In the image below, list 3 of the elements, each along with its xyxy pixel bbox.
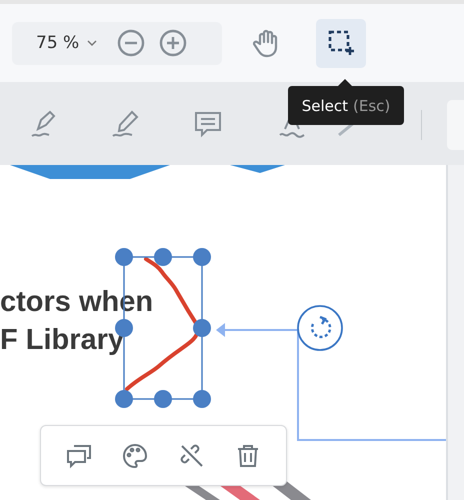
document-text: F Library xyxy=(0,323,124,358)
tooltip-shortcut: (Esc) xyxy=(353,96,390,114)
tooltip-label: Select xyxy=(302,96,348,114)
